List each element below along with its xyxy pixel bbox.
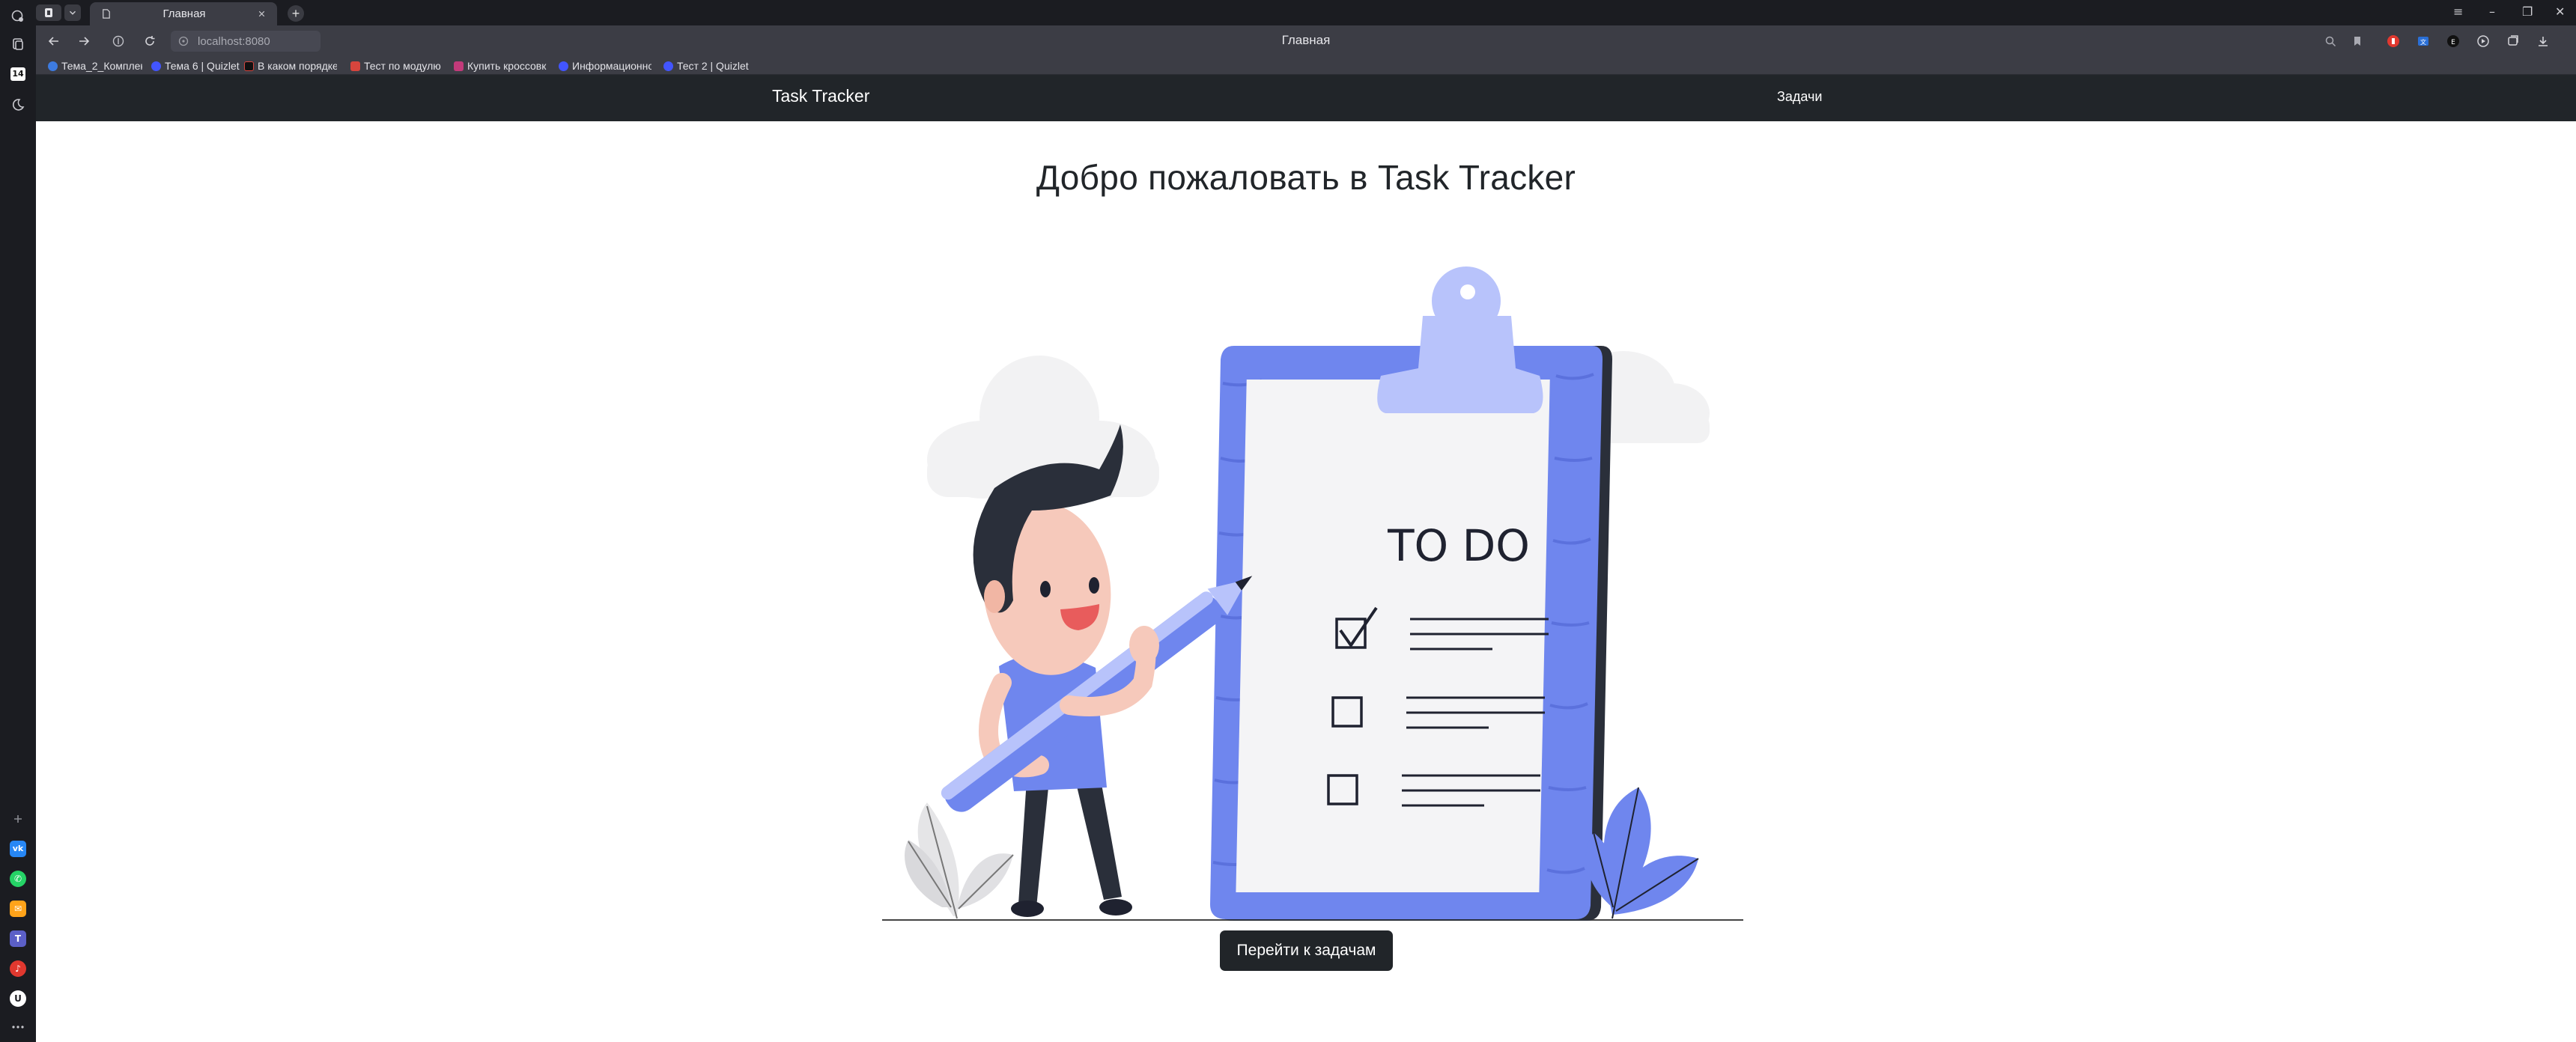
bookmark-item[interactable]: Купить кроссовк bbox=[454, 59, 547, 73]
quizlet-favicon-icon bbox=[559, 61, 568, 71]
site-navbar: Task Tracker Задачи bbox=[36, 75, 2576, 121]
close-window-icon[interactable]: ✕ bbox=[2555, 4, 2565, 19]
bookmark-label: Тест 2 | Quizlet bbox=[677, 60, 749, 72]
bookmark-label: Купить кроссовк bbox=[467, 60, 547, 72]
minimize-icon[interactable]: – bbox=[2489, 4, 2495, 19]
clipboard-icon: TO DO bbox=[1210, 266, 1612, 921]
add-app-icon[interactable] bbox=[9, 810, 27, 828]
media-icon[interactable] bbox=[2474, 32, 2492, 50]
bookmark-item[interactable]: Информационно bbox=[559, 59, 651, 73]
nav-link-tasks[interactable]: Задачи bbox=[1777, 89, 1822, 105]
reload-icon bbox=[145, 36, 155, 46]
translate-icon[interactable]: 文 bbox=[2414, 32, 2432, 50]
tab-list-button[interactable] bbox=[64, 4, 81, 21]
svg-text:文: 文 bbox=[2420, 38, 2426, 46]
bookmark-label: Тема 6 | Quizlet bbox=[165, 60, 240, 72]
bookmark-favicon-icon bbox=[244, 61, 254, 71]
page-heading: Добро пожаловать в Task Tracker bbox=[1036, 158, 1576, 197]
bookmark-favicon-icon bbox=[454, 61, 464, 71]
protect-button[interactable] bbox=[109, 32, 127, 50]
site-brand[interactable]: Task Tracker bbox=[772, 86, 869, 106]
todo-title: TO DO bbox=[1387, 520, 1530, 571]
bookmark-item[interactable]: Тест 2 | Quizlet bbox=[663, 59, 756, 73]
chevron-down-icon bbox=[70, 10, 76, 15]
download-icon[interactable] bbox=[2534, 32, 2552, 50]
bookmark-item[interactable]: В каком порядке bbox=[244, 59, 337, 73]
url-text: localhost:8080 bbox=[198, 34, 270, 48]
site-info-icon[interactable] bbox=[178, 36, 189, 46]
web-page: Task Tracker Задачи Добро пожаловать в T… bbox=[36, 75, 2576, 1042]
address-bar: localhost:8080 Главная 文 E bbox=[36, 25, 2576, 57]
bookmark-favicon-icon bbox=[48, 61, 58, 71]
address-page-title: Главная bbox=[1281, 33, 1331, 47]
more-apps-icon[interactable] bbox=[9, 1018, 27, 1036]
bookmark-label: Тест по модулю 3 bbox=[364, 60, 443, 72]
go-to-tasks-button[interactable]: Перейти к задачам bbox=[1220, 930, 1393, 971]
grey-plant-icon bbox=[905, 802, 1014, 919]
back-button[interactable] bbox=[45, 32, 63, 50]
bookmark-favicon-icon bbox=[350, 61, 360, 71]
bookmark-label: Информационно bbox=[572, 60, 651, 72]
reload-button[interactable] bbox=[141, 32, 159, 50]
browser-sidebar: 14 vk ✆ ✉ T ♪ U bbox=[0, 0, 36, 1042]
browser-menu-icon[interactable] bbox=[9, 7, 27, 25]
search-page-icon[interactable] bbox=[2321, 32, 2339, 50]
url-field[interactable]: localhost:8080 bbox=[171, 31, 321, 52]
mail-icon[interactable]: ✉ bbox=[10, 901, 26, 917]
forward-button[interactable] bbox=[75, 32, 93, 50]
music-icon[interactable]: ♪ bbox=[10, 960, 26, 977]
new-tab-button[interactable]: + bbox=[288, 5, 304, 22]
tab-collections-icon[interactable] bbox=[9, 35, 27, 53]
extension-red-icon[interactable] bbox=[2384, 32, 2402, 50]
quizlet-favicon-icon bbox=[663, 61, 673, 71]
close-tab-icon[interactable] bbox=[257, 9, 267, 19]
whatsapp-icon[interactable]: ✆ bbox=[10, 871, 26, 887]
calendar-badge-text: 14 bbox=[10, 67, 25, 81]
svg-text:E: E bbox=[2451, 39, 2455, 46]
collections-icon[interactable] bbox=[2504, 32, 2522, 50]
page-icon bbox=[103, 9, 110, 19]
bookmark-item[interactable]: Тест по модулю 3 bbox=[350, 59, 443, 73]
tab-active[interactable]: Главная bbox=[90, 2, 277, 25]
forward-arrow-icon bbox=[79, 37, 90, 46]
quizlet-favicon-icon bbox=[151, 61, 161, 71]
tab-group-button[interactable] bbox=[36, 4, 61, 21]
night-mode-icon[interactable] bbox=[9, 96, 27, 114]
menu-icon[interactable]: ≡ bbox=[2453, 4, 2463, 19]
bookmark-item[interactable]: Тема 6 | Quizlet bbox=[151, 59, 240, 73]
tab-strip: Главная + ≡ – ❐ ✕ bbox=[36, 0, 2576, 25]
bookmark-icon[interactable] bbox=[2348, 32, 2366, 50]
u-app-icon[interactable]: U bbox=[10, 990, 26, 1007]
bookmark-item[interactable]: Тема_2_Комплекс bbox=[48, 59, 142, 73]
restore-icon[interactable]: ❐ bbox=[2522, 4, 2533, 19]
teams-icon[interactable]: T bbox=[10, 930, 26, 947]
back-arrow-icon bbox=[48, 37, 58, 46]
bookmark-label: Тема_2_Комплекс bbox=[61, 60, 142, 72]
bookmark-label: В каком порядке bbox=[258, 60, 337, 72]
bookmarks-bar: Тема_2_Комплекс Тема 6 | Quizlet В каком… bbox=[36, 57, 2576, 75]
tab-title: Главная bbox=[162, 7, 206, 20]
tab-group-icon bbox=[45, 8, 52, 17]
extension-dark-icon[interactable]: E bbox=[2444, 32, 2462, 50]
vk-icon[interactable]: vk bbox=[10, 841, 26, 857]
shield-icon bbox=[112, 35, 124, 47]
calendar-badge[interactable]: 14 bbox=[9, 65, 27, 83]
todo-illustration: TO DO bbox=[882, 266, 1743, 921]
